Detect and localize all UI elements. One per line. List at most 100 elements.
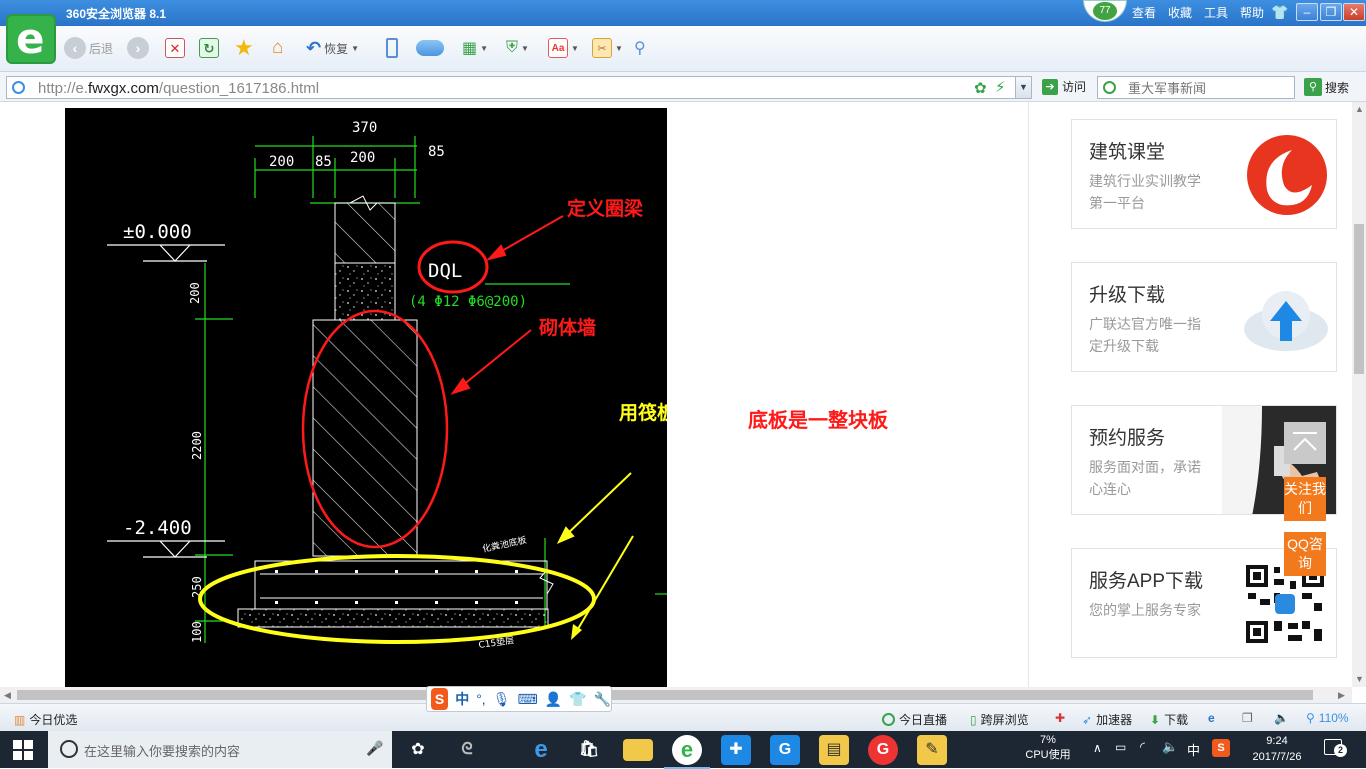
font-icon: Aa bbox=[548, 38, 568, 58]
url-prefix: http://e. bbox=[38, 80, 89, 97]
back-to-top-button[interactable] bbox=[1284, 422, 1326, 464]
card-desc: 广联达官方唯一指定升级下载 bbox=[1089, 316, 1201, 354]
clock[interactable]: 9:24 2017/7/26 bbox=[1245, 733, 1309, 765]
address-bar[interactable]: http://e.fwxgx.com/question_1617186.html… bbox=[6, 76, 1032, 99]
maximize-button[interactable]: ❐ bbox=[1320, 3, 1342, 21]
horizontal-scrollbar[interactable]: ◀ ▶ bbox=[0, 687, 1352, 703]
ime-indicator[interactable]: 中 bbox=[1187, 740, 1200, 759]
refresh-button[interactable]: ↻ bbox=[199, 36, 219, 60]
vertical-scrollbar[interactable]: ▲ ▼ bbox=[1352, 102, 1366, 687]
cloud-icon bbox=[416, 40, 444, 56]
store-icon[interactable]: 🛍 bbox=[574, 735, 604, 765]
ime-toolbar[interactable]: S 中 °, 🎙 ⌨ 👤 👕 🔧 bbox=[426, 686, 612, 712]
close-button[interactable]: ✕ bbox=[1343, 3, 1365, 21]
file-explorer-icon[interactable] bbox=[623, 739, 653, 761]
stop-button[interactable]: ✕ bbox=[165, 36, 185, 60]
search-button[interactable]: ⚲ 搜索 bbox=[1304, 78, 1349, 96]
horizontal-scroll-thumb[interactable] bbox=[17, 690, 1313, 700]
visit-button[interactable]: ➔ 访问 bbox=[1042, 78, 1086, 95]
ie-mode[interactable]: e bbox=[1208, 711, 1215, 725]
start-button[interactable] bbox=[13, 740, 33, 760]
cloud-button[interactable] bbox=[416, 36, 444, 60]
wrench-icon[interactable]: 🔧 bbox=[594, 691, 611, 708]
scroll-up-arrow-icon[interactable]: ▲ bbox=[1355, 104, 1364, 114]
minimize-button[interactable]: – bbox=[1296, 3, 1318, 21]
search-input[interactable] bbox=[1128, 79, 1288, 97]
task-view-icon[interactable]: ✿ bbox=[403, 735, 433, 765]
search-engine-icon[interactable] bbox=[1103, 81, 1116, 94]
restore-button[interactable]: ↶ 恢复 ▼ bbox=[306, 36, 359, 60]
chevron-down-icon: ▼ bbox=[571, 43, 579, 53]
notes-app-icon[interactable]: ▤ bbox=[819, 735, 849, 765]
home-icon: ⌂ bbox=[272, 37, 284, 58]
small-label-slab: 化粪池底板 bbox=[481, 534, 528, 555]
security-badge[interactable]: 77 bbox=[1083, 0, 1127, 22]
find-button[interactable]: ⚲ bbox=[634, 36, 646, 60]
skin-icon[interactable]: 👕 bbox=[569, 691, 586, 708]
battery-icon[interactable]: ▭ bbox=[1115, 740, 1126, 754]
follow-us-button[interactable]: 关注我们 bbox=[1284, 477, 1326, 521]
menu-favorites[interactable]: 收藏 bbox=[1168, 4, 1192, 21]
glodon-logo-icon bbox=[1247, 135, 1327, 215]
first-aid[interactable]: ✚ bbox=[1055, 711, 1065, 725]
shield-button[interactable]: ⛨ ▼ bbox=[506, 36, 529, 60]
card-upgrade-download[interactable]: 升级下载 广联达官方唯一指定升级下载 bbox=[1071, 262, 1337, 372]
download[interactable]: ⬇ 下载 bbox=[1150, 711, 1188, 728]
back-button[interactable]: ‹ 后退 bbox=[64, 36, 113, 60]
taskbar-search[interactable]: 在这里输入你要搜索的内容 🎤 bbox=[48, 731, 392, 768]
scroll-down-arrow-icon[interactable]: ▼ bbox=[1355, 674, 1364, 684]
search-box[interactable] bbox=[1097, 76, 1295, 99]
home-button[interactable]: ⌂ bbox=[272, 36, 283, 60]
sogou-tray-icon[interactable]: S bbox=[1212, 739, 1230, 757]
apps-button[interactable]: ▦ ▼ bbox=[462, 36, 488, 60]
back-arrow-icon: ‹ bbox=[64, 37, 86, 59]
sogou-logo-icon[interactable]: S bbox=[431, 688, 449, 710]
keyboard-icon[interactable]: ⌨ bbox=[517, 691, 537, 708]
punctuation-icon[interactable]: °, bbox=[476, 691, 486, 707]
scroll-right-arrow-icon[interactable]: ▶ bbox=[1338, 690, 1345, 701]
qq-consult-button[interactable]: QQ咨询 bbox=[1284, 532, 1326, 576]
scroll-left-arrow-icon[interactable]: ◀ bbox=[4, 690, 11, 701]
tool-app-icon[interactable]: ✚ bbox=[721, 735, 751, 765]
menu-help[interactable]: 帮助 bbox=[1240, 4, 1264, 21]
cpu-widget[interactable]: 7% CPU使用 bbox=[1024, 733, 1072, 763]
microphone-icon[interactable]: 🎤 bbox=[366, 740, 383, 757]
zoom-control[interactable]: ⚲ 110% bbox=[1306, 711, 1349, 725]
accelerator[interactable]: ➶ 加速器 bbox=[1082, 711, 1132, 728]
wifi-icon[interactable]: ◜ bbox=[1140, 739, 1145, 755]
browser-logo[interactable] bbox=[6, 14, 56, 64]
menu-view[interactable]: 查看 bbox=[1132, 4, 1156, 21]
user-icon[interactable]: 👤 bbox=[545, 691, 562, 708]
window-mode[interactable]: ❐ bbox=[1242, 711, 1253, 725]
today-live[interactable]: 今日直播 bbox=[882, 711, 947, 728]
vertical-scroll-thumb[interactable] bbox=[1354, 224, 1364, 374]
forward-button[interactable]: › bbox=[127, 36, 149, 60]
chevron-up-icon[interactable]: ∧ bbox=[1093, 741, 1102, 755]
skin-icon[interactable]: 👕 bbox=[1271, 4, 1288, 21]
phone-icon bbox=[386, 38, 398, 58]
ime-mode[interactable]: 中 bbox=[455, 689, 469, 709]
favorites-button[interactable]: ★ bbox=[234, 35, 254, 60]
url-text[interactable]: http://e.fwxgx.com/question_1617186.html bbox=[38, 80, 319, 97]
mobile-button[interactable] bbox=[386, 36, 398, 60]
browser-360-icon[interactable]: e bbox=[664, 735, 710, 769]
card-building-class[interactable]: 建筑课堂 建筑行业实训教学第一平台 bbox=[1071, 119, 1337, 229]
lightning-icon[interactable]: ⚡ bbox=[995, 78, 1006, 96]
cross-screen[interactable]: ▯ 跨屏浏览 bbox=[970, 711, 1029, 728]
today-picks[interactable]: ▥ 今日优选 bbox=[14, 711, 77, 728]
volume[interactable]: 🔈 bbox=[1274, 711, 1289, 725]
screenshot-button[interactable]: ✂ ▼ bbox=[592, 36, 623, 60]
edge-swirl-icon[interactable]: ᘓ bbox=[452, 735, 482, 765]
edge-icon[interactable]: e bbox=[526, 735, 556, 765]
glodon-red-icon[interactable]: G bbox=[868, 735, 898, 765]
globe-icon bbox=[12, 81, 25, 94]
volume-icon[interactable]: 🔈 bbox=[1162, 739, 1178, 755]
notification-center-icon[interactable]: 2 bbox=[1324, 739, 1347, 757]
chevron-down-icon[interactable]: ▼ bbox=[1015, 77, 1031, 98]
menu-tools[interactable]: 工具 bbox=[1204, 4, 1228, 21]
edit-app-icon[interactable]: ✎ bbox=[917, 735, 947, 765]
glodon-app-icon[interactable]: G bbox=[770, 735, 800, 765]
reload-icon[interactable]: ✿ bbox=[974, 79, 987, 97]
microphone-icon[interactable]: 🎙 bbox=[493, 691, 511, 708]
translate-button[interactable]: Aa ▼ bbox=[548, 36, 579, 60]
